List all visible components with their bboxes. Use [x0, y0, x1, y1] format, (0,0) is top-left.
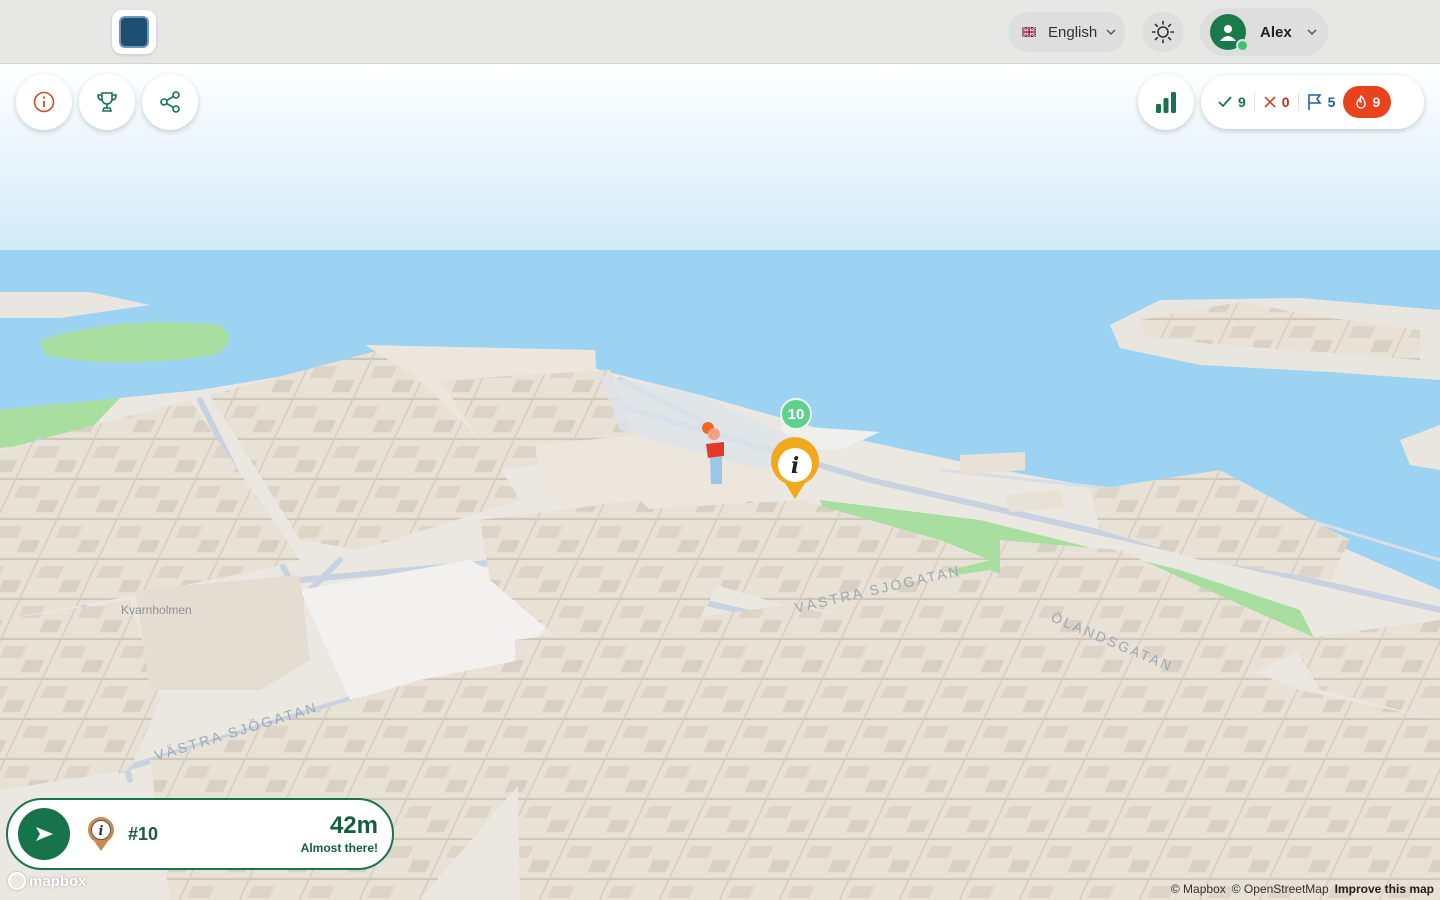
share-button[interactable] — [142, 74, 198, 130]
chevron-down-icon — [1307, 29, 1317, 36]
distance-info: 42m Almost there! — [300, 812, 378, 856]
sun-icon — [1151, 20, 1175, 44]
distance-status: Almost there! — [300, 841, 378, 855]
poi-label-kvarnholmen: Kvarnholmen — [121, 603, 192, 617]
svg-text:i: i — [99, 824, 104, 839]
flags-count: 5 — [1307, 93, 1336, 111]
player-avatar-figure — [702, 422, 724, 484]
stats-button[interactable] — [1138, 74, 1194, 130]
score-summary[interactable]: 9 0 5 9 — [1201, 75, 1424, 129]
leaderboard-button[interactable] — [79, 74, 135, 130]
distance-value: 42m — [329, 812, 378, 839]
navigation-card[interactable]: i #10 42m Almost there! — [6, 798, 394, 870]
avatar — [1210, 14, 1249, 52]
wrong-value: 0 — [1281, 94, 1290, 110]
theme-toggle-button[interactable] — [1142, 12, 1184, 52]
navigate-button[interactable] — [18, 808, 70, 860]
top-header: English Alex — [0, 0, 1440, 64]
correct-value: 9 — [1238, 94, 1246, 110]
online-status-dot — [1236, 39, 1249, 52]
language-selector[interactable]: English — [1008, 12, 1126, 52]
correct-count: 9 — [1217, 94, 1246, 110]
cross-icon — [1264, 96, 1276, 108]
language-label: English — [1048, 23, 1098, 41]
info-pin-icon[interactable]: i — [767, 437, 823, 501]
uk-flag-icon — [1022, 27, 1036, 37]
flag-icon — [1307, 94, 1322, 110]
improve-map-link[interactable]: Improve this map — [1335, 882, 1434, 896]
chevron-down-icon — [1106, 29, 1116, 36]
fire-icon — [1356, 95, 1367, 109]
mapbox-logo[interactable]: mapbox — [8, 872, 87, 890]
share-icon — [160, 91, 180, 113]
user-icon — [1220, 25, 1236, 41]
attribution-mapbox-link[interactable]: © Mapbox — [1171, 882, 1226, 896]
flags-value: 5 — [1327, 94, 1336, 110]
svg-text:i: i — [791, 453, 799, 479]
user-menu[interactable]: Alex — [1200, 8, 1328, 56]
logo-emblem — [119, 16, 149, 48]
mapbox-logo-icon — [8, 872, 26, 890]
map-attribution: © Mapbox © OpenStreetMap Improve this ma… — [1171, 882, 1434, 896]
coat-of-arms-logo[interactable] — [112, 10, 156, 54]
wrong-count: 0 — [1263, 94, 1290, 110]
info-circle-icon — [33, 91, 55, 113]
trophy-icon — [97, 92, 117, 112]
streak-value: 9 — [1372, 94, 1381, 110]
user-name: Alex — [1260, 23, 1292, 41]
attribution-osm-link[interactable]: © OpenStreetMap — [1232, 882, 1329, 896]
mapbox-logo-text: mapbox — [29, 872, 87, 890]
info-button[interactable] — [16, 74, 72, 130]
divider — [1253, 93, 1255, 111]
navigation-arrow-icon — [36, 827, 53, 841]
info-pin-icon: i — [88, 817, 114, 851]
streak-badge: 9 — [1343, 86, 1392, 118]
target-number: #10 — [128, 823, 159, 844]
bar-chart-icon — [1156, 92, 1176, 113]
marker-number-badge[interactable]: 10 — [780, 398, 812, 430]
divider — [1297, 93, 1299, 111]
checkmark-icon — [1218, 96, 1232, 108]
